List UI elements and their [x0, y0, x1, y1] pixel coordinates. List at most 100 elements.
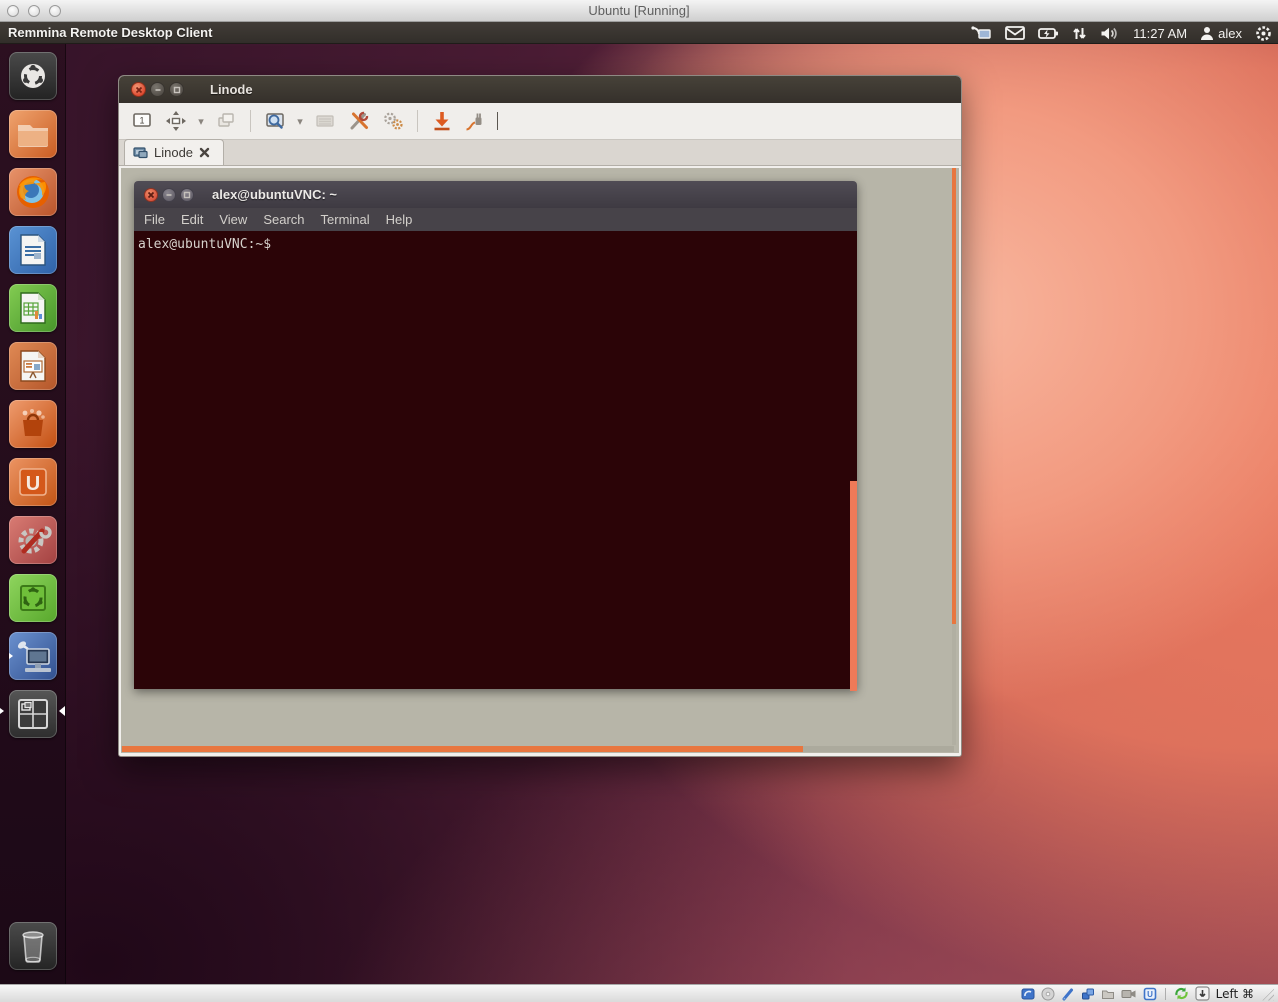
- recording-pen-icon[interactable]: [1061, 987, 1075, 1001]
- menu-search[interactable]: Search: [255, 212, 312, 227]
- network-icon[interactable]: [1081, 987, 1095, 1001]
- remmina-maximize-button[interactable]: [169, 82, 184, 97]
- hdd-icon[interactable]: [1021, 987, 1035, 1001]
- vm-window-title: Ubuntu [Running]: [0, 3, 1278, 18]
- terminal-menubar: File Edit View Search Terminal Help: [134, 208, 857, 231]
- terminal-close-button[interactable]: [144, 188, 158, 202]
- menu-view[interactable]: View: [211, 212, 255, 227]
- display-icon[interactable]: [1121, 987, 1137, 1001]
- duplicate-connection-icon: [214, 109, 238, 133]
- terminal-maximize-button[interactable]: [180, 188, 194, 202]
- keyboard-grab-icon: [313, 109, 337, 133]
- selection-artifact-bar: [850, 481, 857, 691]
- top-panel: Remmina Remote Desktop Client 11:27 AM a…: [0, 22, 1278, 44]
- svg-text:U: U: [1147, 990, 1153, 999]
- menu-help[interactable]: Help: [378, 212, 421, 227]
- mouse-integration-icon[interactable]: [1174, 986, 1189, 1001]
- launcher-item-libreoffice-writer[interactable]: [9, 226, 57, 274]
- launcher-item-ubuntu-software[interactable]: [9, 574, 57, 622]
- launcher-item-libreoffice-impress[interactable]: [9, 342, 57, 390]
- disconnect-button[interactable]: [427, 107, 457, 135]
- remote-desktop-view[interactable]: alex@ubuntuVNC: ~ File Edit View Search …: [121, 168, 959, 753]
- launcher-item-ubuntu-software-center[interactable]: [9, 400, 57, 448]
- zoom-options-chevron[interactable]: ▾: [294, 115, 306, 128]
- vertical-scrollbar-thumb[interactable]: [952, 168, 956, 624]
- sync-arrows-icon[interactable]: [1072, 26, 1087, 41]
- tab-linode[interactable]: Linode: [124, 139, 224, 165]
- maximize-icon: [183, 191, 191, 199]
- tools-icon: [347, 109, 371, 133]
- zoom-button[interactable]: [260, 107, 290, 135]
- user-icon: [1200, 26, 1214, 41]
- firefox-icon: [13, 172, 53, 212]
- launcher-item-system-settings[interactable]: [9, 516, 57, 564]
- system-settings-icon: [14, 521, 52, 559]
- tools-button[interactable]: [344, 107, 374, 135]
- remmina-minimize-button[interactable]: [150, 82, 165, 97]
- launcher-item-remmina[interactable]: [9, 632, 57, 680]
- disconnect-icon: [430, 109, 454, 133]
- preferences-icon: [381, 109, 405, 133]
- remmina-applet-icon[interactable]: [970, 25, 992, 41]
- scaled-mode-button[interactable]: 1: [127, 107, 157, 135]
- usb-icon[interactable]: U: [1143, 987, 1157, 1001]
- host-key-indicator-icon[interactable]: [1195, 986, 1210, 1001]
- libreoffice-writer-icon: [17, 233, 49, 267]
- home-folder-icon: [15, 119, 51, 149]
- tab-label: Linode: [154, 145, 193, 160]
- close-icon: [135, 86, 143, 94]
- minimize-icon: [165, 191, 173, 199]
- clock[interactable]: 11:27 AM: [1133, 26, 1187, 41]
- preferences-button[interactable]: [378, 107, 408, 135]
- host-key-label: Left ⌘: [1216, 987, 1254, 1001]
- keyboard-grab-button[interactable]: [310, 107, 340, 135]
- vm-close-button[interactable]: [7, 5, 19, 17]
- statusbar-separator: [1165, 988, 1166, 1000]
- battery-icon[interactable]: [1038, 27, 1059, 40]
- session-gear-icon[interactable]: [1255, 25, 1272, 42]
- scaled-mode-icon: 1: [130, 109, 154, 133]
- vm-window-controls: [7, 5, 61, 17]
- vbox-statusbar: U Left ⌘: [0, 984, 1278, 1002]
- launcher-item-home-folder[interactable]: [9, 110, 57, 158]
- fullscreen-button[interactable]: [161, 107, 191, 135]
- plug-button[interactable]: [461, 107, 491, 135]
- remmina-tabbar: Linode: [119, 140, 961, 166]
- duplicate-connection-button[interactable]: [211, 107, 241, 135]
- vm-zoom-button[interactable]: [49, 5, 61, 17]
- launcher-item-ubuntu-one[interactable]: U: [9, 458, 57, 506]
- launcher-item-trash[interactable]: [9, 922, 57, 970]
- libreoffice-calc-icon: [17, 291, 49, 325]
- unity-launcher: U: [0, 44, 66, 986]
- terminal-minimize-button[interactable]: [162, 188, 176, 202]
- remmina-toolbar: 1 ▾ ▾: [119, 103, 961, 140]
- optical-disc-icon[interactable]: [1041, 987, 1055, 1001]
- tab-close-icon[interactable]: [199, 147, 210, 158]
- ubuntu-one-icon: U: [15, 464, 51, 500]
- close-icon: [147, 191, 155, 199]
- launcher-item-libreoffice-calc[interactable]: [9, 284, 57, 332]
- launcher-item-firefox[interactable]: [9, 168, 57, 216]
- fullscreen-options-chevron[interactable]: ▾: [195, 115, 207, 128]
- remmina-close-button[interactable]: [131, 82, 146, 97]
- resize-grip[interactable]: [1260, 987, 1274, 1001]
- volume-icon[interactable]: [1100, 26, 1120, 41]
- launcher-item-workspace-switcher[interactable]: [9, 690, 57, 738]
- terminal-titlebar[interactable]: alex@ubuntuVNC: ~: [134, 181, 857, 208]
- remmina-window-title: Linode: [210, 82, 253, 97]
- active-app-title: Remmina Remote Desktop Client: [8, 25, 212, 40]
- vm-minimize-button[interactable]: [28, 5, 40, 17]
- menu-edit[interactable]: Edit: [173, 212, 211, 227]
- horizontal-scrollbar-thumb[interactable]: [122, 746, 803, 752]
- shared-folders-icon[interactable]: [1101, 987, 1115, 1001]
- terminal-body[interactable]: alex@ubuntuVNC:~$: [134, 231, 857, 689]
- terminal-prompt: alex@ubuntuVNC:~$: [138, 237, 271, 252]
- launcher-item-dash-home[interactable]: [9, 52, 57, 100]
- system-tray: 11:27 AM alex: [970, 22, 1272, 44]
- remmina-icon: [13, 637, 53, 675]
- mail-icon[interactable]: [1005, 26, 1025, 40]
- remmina-titlebar[interactable]: Linode: [119, 76, 961, 103]
- user-menu[interactable]: alex: [1200, 26, 1242, 41]
- menu-terminal[interactable]: Terminal: [313, 212, 378, 227]
- menu-file[interactable]: File: [136, 212, 173, 227]
